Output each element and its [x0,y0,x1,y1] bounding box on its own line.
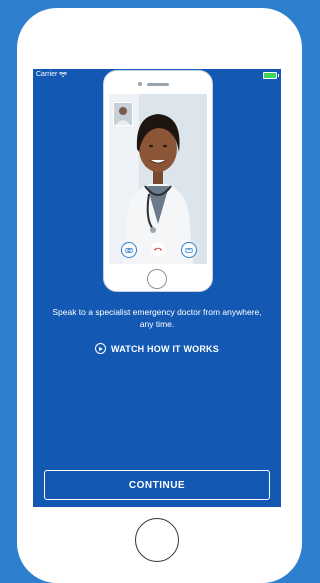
device-home-button[interactable] [135,518,179,562]
switch-camera-button[interactable] [181,242,197,258]
switch-camera-icon [185,248,193,253]
play-icon [95,343,107,354]
self-view-photo [114,103,132,125]
self-view-thumbnail [113,102,133,126]
illustration-home-button [147,269,167,289]
watch-how-it-works-link[interactable]: WATCH HOW IT WORKS [33,343,281,354]
end-call-icon [153,247,163,251]
video-call-screen [109,94,207,264]
end-call-button[interactable] [151,242,165,256]
onboarding-tagline: Speak to a specialist emergency doctor f… [52,307,262,329]
mute-button[interactable] [121,242,137,258]
continue-button[interactable]: CONTINUE [44,470,270,500]
app-screen: Carrier 2:17 PM [33,69,281,507]
phone-illustration [103,70,213,292]
front-camera-icon [138,82,142,86]
camera-icon [125,248,133,253]
watch-label: WATCH HOW IT WORKS [111,343,219,354]
battery-icon [263,72,279,79]
speaker-icon [147,83,169,86]
